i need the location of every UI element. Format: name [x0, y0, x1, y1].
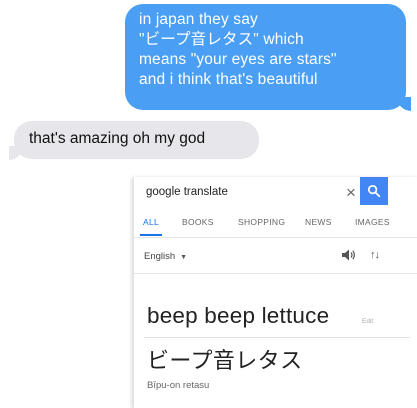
divider: [144, 337, 410, 338]
source-language-label: English: [144, 251, 176, 262]
swap-icon[interactable]: ↑↓: [370, 249, 380, 261]
tab-all[interactable]: ALL: [143, 217, 159, 227]
sent-message-line: "ビープ音レタス" which: [139, 31, 304, 48]
romanization-text: Bīpu-on retasu: [147, 380, 210, 391]
source-text[interactable]: beep beep lettuce: [147, 303, 329, 329]
google-translate-card: google translate × ALL BOOKS SHOPPING NE…: [133, 177, 417, 408]
translation-result: ビープ音レタス: [147, 348, 303, 373]
search-tabs: ALL BOOKS SHOPPING NEWS IMAGES: [134, 217, 417, 238]
received-message-bubble: that's amazing oh my god: [9, 121, 259, 160]
tab-news[interactable]: NEWS: [305, 217, 332, 227]
tab-books[interactable]: BOOKS: [182, 217, 214, 227]
sent-message-bubble: in japan they say "ビープ音レタス" which means …: [125, 4, 411, 111]
active-tab-indicator: [140, 234, 162, 236]
speaker-icon[interactable]: [341, 248, 357, 267]
tab-shopping[interactable]: SHOPPING: [238, 217, 285, 227]
sent-message-line: in japan they say: [139, 11, 258, 28]
source-language-select[interactable]: English ▼: [144, 251, 187, 262]
search-button[interactable]: [360, 177, 388, 205]
language-bar: English ▼ ↑↓: [134, 247, 417, 274]
speaker-glyph: [342, 249, 355, 261]
close-icon[interactable]: ×: [346, 183, 356, 203]
search-bar: google translate ×: [134, 177, 417, 213]
search-icon: [367, 184, 381, 198]
sent-message-line: means "your eyes are stars": [139, 51, 337, 68]
edit-link[interactable]: Edit: [362, 318, 373, 325]
tab-images[interactable]: IMAGES: [355, 217, 390, 227]
sent-message-line: and i think that's beautiful: [139, 71, 318, 88]
caret-down-icon: ▼: [180, 254, 188, 261]
search-input[interactable]: google translate: [146, 186, 228, 198]
received-message-text: that's amazing oh my god: [29, 130, 206, 147]
